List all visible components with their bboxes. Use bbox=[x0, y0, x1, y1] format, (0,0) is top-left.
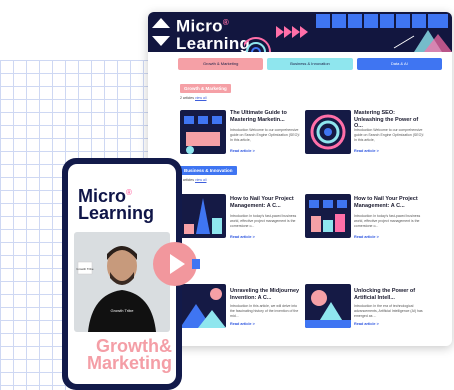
tab-business-innovation[interactable]: Business & Innovation bbox=[267, 58, 353, 70]
read-article-link[interactable]: Read article > bbox=[354, 235, 379, 239]
tag-fragment bbox=[192, 259, 200, 269]
phone-category-title: Growth& Marketing bbox=[86, 336, 172, 373]
section-count: 2 articles view all bbox=[180, 96, 207, 100]
card-description: Introduction Welcome to our comprehensiv… bbox=[354, 128, 424, 142]
tab-data-ai[interactable]: Data & AI bbox=[356, 58, 442, 70]
card-title[interactable]: How to Nail Your Project Management: A C… bbox=[230, 196, 302, 209]
photo-badge: Growth Tribe bbox=[76, 267, 94, 271]
header-banner: Micro® Learning bbox=[148, 12, 452, 52]
view-all-link[interactable]: view all bbox=[195, 96, 206, 100]
up-down-arrow-icon bbox=[150, 14, 172, 50]
read-article-link[interactable]: Read article > bbox=[230, 322, 255, 326]
card-description: Introduction In today's fast-paced busin… bbox=[230, 214, 297, 228]
card-title[interactable]: Unlocking the Power of Artificial Intell… bbox=[354, 288, 426, 301]
card-description: Introduction In this article, we will de… bbox=[230, 304, 299, 318]
section-count: 2 articles view all bbox=[180, 178, 207, 182]
section-tag-growth: Growth & Marketing bbox=[180, 84, 231, 93]
read-article-link[interactable]: Read article > bbox=[354, 322, 379, 326]
brand-logo[interactable]: Micro® Learning bbox=[176, 14, 250, 52]
card-description: Introduction In the era of technological… bbox=[354, 304, 423, 318]
shirt-logo: Growth Tribe bbox=[111, 308, 135, 313]
read-article-link[interactable]: Read article > bbox=[354, 149, 379, 153]
banner-decoration bbox=[244, 14, 452, 52]
read-article-link[interactable]: Read article > bbox=[230, 149, 255, 153]
view-all-link[interactable]: view all bbox=[195, 178, 206, 182]
card-description: Introduction In today's fast-paced busin… bbox=[354, 214, 421, 228]
card-description: Introduction Welcome to our comprehensiv… bbox=[230, 128, 300, 142]
category-tabs: Growth & Marketing Business & Innovation… bbox=[178, 58, 442, 70]
card-thumbnail[interactable] bbox=[180, 284, 226, 328]
card-title[interactable]: Unraveling the Midjourney Invention: A C… bbox=[230, 288, 302, 301]
section-tag-business: Business & Innovation bbox=[180, 166, 237, 175]
card-thumbnail[interactable] bbox=[305, 194, 351, 238]
card-thumbnail[interactable] bbox=[180, 110, 226, 154]
desktop-window: Micro® Learning Growth & Marketing Busin… bbox=[148, 12, 452, 346]
card-title[interactable]: How to Nail Your Project Management: A C… bbox=[354, 196, 426, 209]
tab-growth-marketing[interactable]: Growth & Marketing bbox=[178, 58, 264, 70]
card-title[interactable]: Mastering SEO: Unleashing the Power of O… bbox=[354, 110, 426, 130]
card-thumbnail[interactable] bbox=[180, 194, 226, 238]
read-article-link[interactable]: Read article > bbox=[230, 235, 255, 239]
card-thumbnail[interactable] bbox=[305, 284, 351, 328]
card-thumbnail[interactable] bbox=[305, 110, 351, 154]
phone-brand-logo: Micro® Learning bbox=[78, 186, 155, 223]
presenter-photo: Growth Tribe Growth Tribe bbox=[74, 232, 170, 332]
play-button[interactable] bbox=[153, 242, 197, 286]
card-title[interactable]: The Ultimate Guide to Mastering Marketin… bbox=[230, 110, 302, 123]
